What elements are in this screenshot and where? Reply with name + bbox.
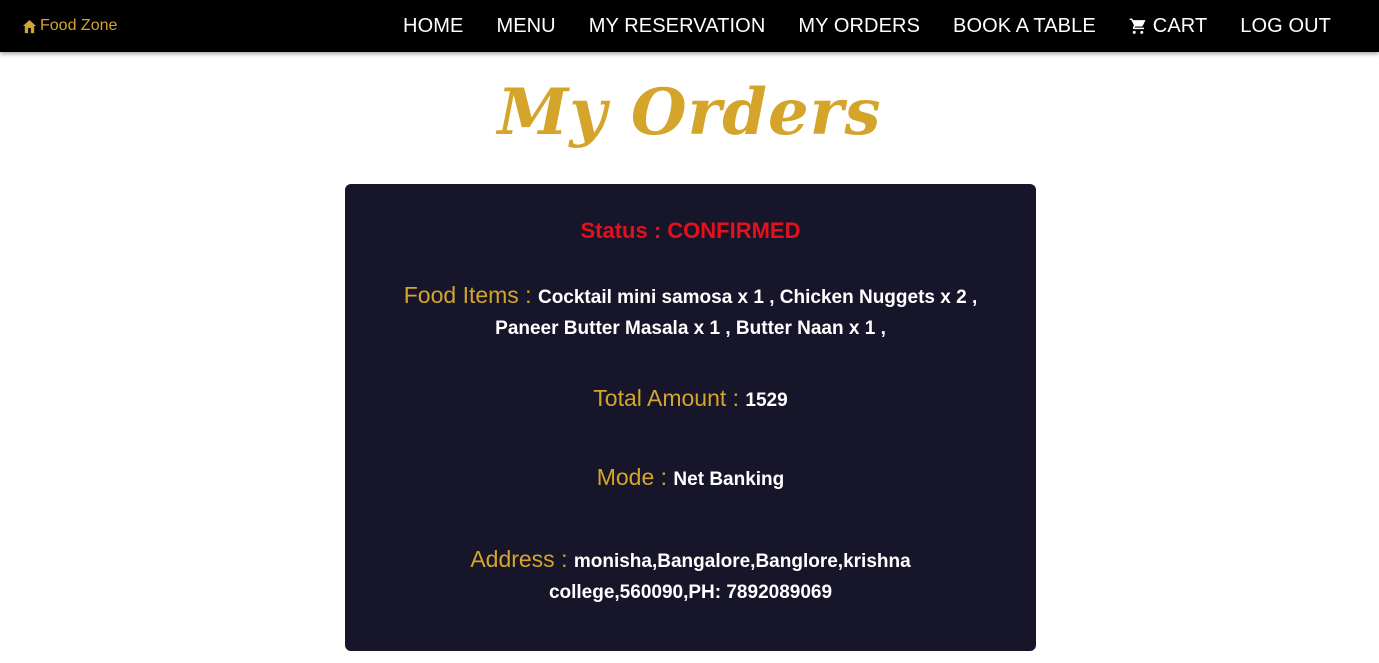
brand-name: Food Zone — [40, 17, 118, 34]
brand-link[interactable]: Food Zone — [22, 0, 117, 52]
nav-log-out-link[interactable]: LOG OUT — [1240, 15, 1331, 38]
order-total-amount: Total Amount : 1529 — [375, 385, 1006, 412]
nav-home-link[interactable]: HOME — [403, 15, 463, 38]
total-amount-label: Total Amount : — [593, 385, 746, 411]
address-value: monisha,Bangalore,Banglore,krishna colle… — [548, 551, 911, 603]
food-items-label: Food Items : — [403, 282, 538, 308]
total-amount-value: 1529 — [745, 390, 788, 411]
nav-links: HOME MENU MY RESERVATION MY ORDERS BOOK … — [403, 0, 1331, 52]
mode-value: Net Banking — [673, 469, 785, 490]
order-food-items: Food Items : Cocktail mini samosa x 1 , … — [375, 280, 1006, 345]
page-title: My Orders — [497, 75, 882, 150]
order-card: Status : CONFIRMED Food Items : Cocktail… — [345, 184, 1036, 651]
nav-cart-label: CART — [1152, 14, 1208, 37]
nav-book-a-table-link[interactable]: BOOK A TABLE — [953, 15, 1096, 38]
order-payment-mode: Mode : Net Banking — [375, 464, 1006, 491]
food-items-value: Cocktail mini samosa x 1 , Chicken Nugge… — [495, 287, 978, 339]
status-value: CONFIRMED — [667, 218, 801, 243]
nav-my-orders-link[interactable]: MY ORDERS — [798, 15, 920, 38]
order-status: Status : CONFIRMED — [375, 218, 1006, 244]
mode-label: Mode : — [596, 464, 674, 490]
home-icon — [22, 19, 37, 34]
nav-my-reservation-link[interactable]: MY RESERVATION — [589, 15, 766, 38]
nav-menu-link[interactable]: MENU — [496, 15, 555, 38]
address-label: Address : — [470, 546, 574, 572]
order-address: Address : monisha,Bangalore,Banglore,kri… — [375, 544, 1006, 609]
cart-icon — [1129, 17, 1147, 35]
nav-cart-link[interactable]: CART — [1129, 15, 1207, 38]
top-navbar: Food Zone HOME MENU MY RESERVATION MY OR… — [0, 0, 1379, 52]
status-label: Status : — [580, 218, 668, 243]
